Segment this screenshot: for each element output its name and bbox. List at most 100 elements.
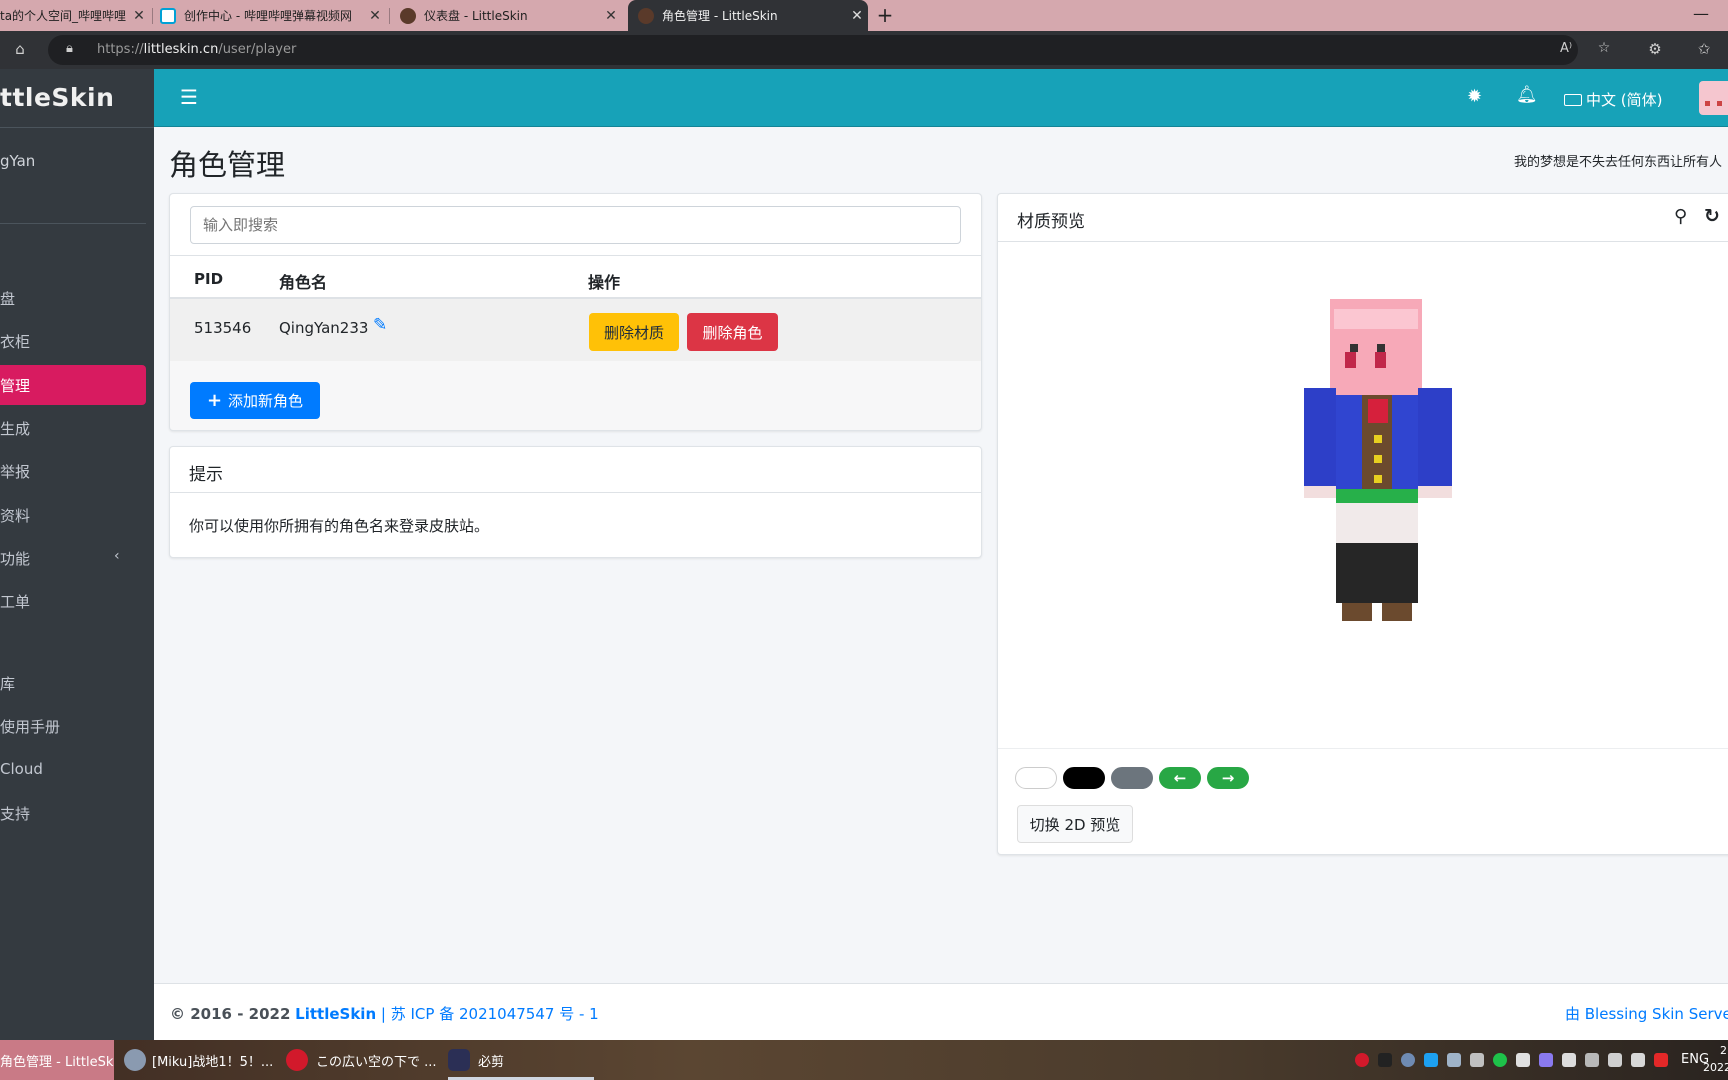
steam-tray-icon[interactable]	[1401, 1053, 1415, 1067]
background-black-button[interactable]	[1063, 767, 1105, 789]
qq-tray-icon[interactable]	[1378, 1053, 1392, 1067]
browser-tab-strip: ta的个人空间_哔哩哔哩 ✕ 创作中心 - 哔哩哔哩弹幕视频网 ✕ 仪表盘 - …	[0, 0, 1728, 31]
hamburger-menu-icon[interactable]: ☰	[180, 85, 198, 109]
delete-texture-button[interactable]: 删除材质	[589, 313, 679, 351]
address-bar: ⌂ 🔒︎ https://littleskin.cn/user/player A…	[0, 31, 1728, 69]
network-tray-icon[interactable]	[1516, 1053, 1530, 1067]
read-aloud-icon[interactable]: A⁾	[1560, 41, 1572, 56]
taskbar-item-label: この広い空の下で ...	[316, 1054, 437, 1070]
taskbar-item[interactable]: 必剪	[448, 1040, 538, 1080]
home-icon[interactable]: ⌂	[10, 40, 30, 58]
add-player-button[interactable]: + 添加新角色	[190, 382, 320, 419]
sidebar-item-library[interactable]: 库	[0, 663, 146, 703]
wifi-icon[interactable]	[1608, 1053, 1622, 1067]
new-tab-icon[interactable]: +	[874, 3, 896, 27]
user-name[interactable]: gYan	[0, 152, 35, 170]
close-icon[interactable]: ✕	[600, 8, 622, 24]
close-icon[interactable]: ✕	[128, 8, 150, 24]
column-header-name: 角色名	[279, 273, 328, 292]
sidebar-item-label: 使用手册	[0, 717, 61, 736]
volume-icon[interactable]	[1631, 1053, 1645, 1067]
divider	[0, 223, 146, 224]
tab-title: 仪表盘 - LittleSkin	[424, 9, 528, 23]
chevron-left-icon: ‹	[114, 548, 120, 564]
taskbar-item-label: 角色管理 - LittleSk...	[0, 1054, 114, 1070]
sidebar-item-label: 工单	[0, 592, 31, 611]
sidebar-item-cloud[interactable]: Cloud	[0, 749, 146, 789]
clock-time[interactable]: 2	[1720, 1044, 1727, 1057]
refresh-icon[interactable]: ↻	[1704, 205, 1720, 227]
switch-2d-preview-button[interactable]: 切换 2D 预览	[1017, 805, 1133, 843]
tip-card: 提示 你可以使用你所拥有的角色名来登录皮肤站。	[169, 446, 982, 558]
theme-toggle-icon[interactable]: ✹	[1467, 86, 1482, 107]
sidebar-item-label: 衣柜	[0, 332, 31, 351]
tab-title: 角色管理 - LittleSkin	[662, 9, 778, 23]
tip-title: 提示	[189, 465, 223, 485]
sidebar-item-manual[interactable]: 使用手册	[0, 706, 146, 746]
footer-icp-link[interactable]: | 苏 ICP 备 2021047547 号 - 1	[381, 1005, 599, 1023]
amd-tray-icon[interactable]	[1654, 1053, 1668, 1067]
lock-icon[interactable]: 🔒︎	[66, 41, 73, 56]
sidebar-item-generate[interactable]: 生成	[0, 408, 146, 448]
close-icon[interactable]: ✕	[364, 8, 386, 24]
sidebar-item-players[interactable]: 管理	[0, 365, 146, 405]
cloud-tray-icon[interactable]	[1424, 1053, 1438, 1067]
sidebar-item-label: Cloud	[0, 760, 43, 778]
pen-tray-icon[interactable]	[1562, 1053, 1576, 1067]
table-row: 513546 QingYan233 ✎ 删除材质 删除角色	[170, 299, 981, 361]
sidebar-item-tickets[interactable]: 工单	[0, 581, 146, 621]
texture-preview-card: 材质预览 ⚲ ↻ ← → 切换 2D 预览	[997, 193, 1728, 855]
taskbar-item-active[interactable]: 角色管理 - LittleSk...	[0, 1040, 114, 1080]
column-header-actions: 操作	[588, 273, 621, 292]
skin-legs	[1336, 503, 1418, 543]
search-input[interactable]	[190, 206, 961, 244]
skin-3d-model[interactable]	[1298, 299, 1452, 629]
favorite-add-icon[interactable]: ☆	[1594, 40, 1614, 56]
background-white-button[interactable]	[1015, 767, 1057, 789]
running-icon[interactable]: ⚲	[1674, 206, 1687, 227]
delete-player-button[interactable]: 删除角色	[687, 313, 778, 351]
minimize-icon[interactable]: —	[1693, 4, 1709, 23]
sidebar-item-dashboard[interactable]: 盘	[0, 278, 146, 318]
sidebar-item-closet[interactable]: 衣柜	[0, 321, 146, 361]
favorites-icon[interactable]: ✩	[1694, 40, 1714, 58]
close-icon[interactable]: ✕	[846, 8, 868, 24]
app-tray-icon[interactable]	[1470, 1053, 1484, 1067]
browser-tab-active[interactable]: 角色管理 - LittleSkin ✕	[628, 0, 868, 31]
browser-tab[interactable]: ta的个人空间_哔哩哔哩 ✕	[0, 0, 150, 31]
player-name: QingYan233	[279, 319, 369, 337]
background-gray-button[interactable]	[1111, 767, 1153, 789]
sidebar-item-report[interactable]: 举报	[0, 451, 146, 491]
sidebar-item-label: 盘	[0, 289, 16, 308]
language-switcher[interactable]: 中文 (简体)	[1564, 89, 1662, 110]
add-player-label: 添加新角色	[228, 392, 304, 410]
arrow-left-icon[interactable]: ←	[1159, 767, 1201, 789]
brand-logo[interactable]: ttleSkin	[0, 83, 114, 112]
bilibili-tray-icon[interactable]	[1447, 1053, 1461, 1067]
edit-icon[interactable]: ✎	[373, 315, 387, 335]
taskbar-item[interactable]: この広い空の下で ...	[286, 1040, 438, 1080]
avatar[interactable]	[1699, 81, 1728, 115]
sidebar-item-features[interactable]: 功能 ‹	[0, 538, 146, 578]
taskbar-item[interactable]: [Miku]战地1！5！...	[124, 1040, 276, 1080]
netease-music-icon	[286, 1049, 308, 1071]
sidebar-item-profile[interactable]: 资料	[0, 495, 146, 535]
sidebar-item-support[interactable]: 支持	[0, 793, 146, 833]
footer: © 2016 - 2022 LittleSkin | 苏 ICP 备 20210…	[154, 983, 1728, 1040]
footer-site-link[interactable]: LittleSkin	[295, 1005, 376, 1023]
language-label: 中文 (简体)	[1586, 91, 1663, 109]
browser-tab[interactable]: 创作中心 - 哔哩哔哩弹幕视频网 ✕	[160, 0, 386, 31]
browser-tab[interactable]: 仪表盘 - LittleSkin ✕	[400, 0, 622, 31]
url-field[interactable]: 🔒︎ https://littleskin.cn/user/player A⁾	[48, 35, 1578, 65]
battery-icon[interactable]	[1585, 1053, 1599, 1067]
extensions-icon[interactable]: ⚙	[1645, 40, 1665, 58]
tab-title: 创作中心 - 哔哩哔哩弹幕视频网	[184, 9, 352, 23]
wechat-tray-icon[interactable]	[1493, 1053, 1507, 1067]
bell-icon[interactable]: 🔔︎	[1516, 85, 1538, 105]
footer-powered-by[interactable]: 由 Blessing Skin Server	[1565, 1003, 1728, 1024]
clock-date[interactable]: 2022	[1703, 1061, 1728, 1074]
netease-tray-icon[interactable]	[1355, 1053, 1369, 1067]
arrow-right-icon[interactable]: →	[1207, 767, 1249, 789]
bilibili-creator-icon	[160, 7, 176, 24]
display-tray-icon[interactable]	[1539, 1053, 1553, 1067]
